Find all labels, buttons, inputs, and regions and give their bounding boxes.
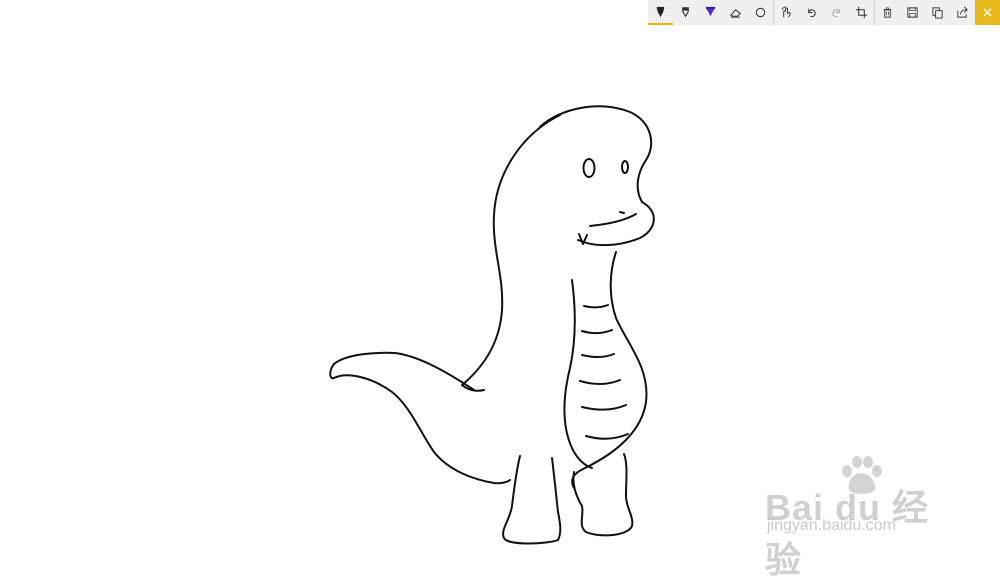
circle-shape-icon [755, 7, 766, 18]
delete-button[interactable] [875, 0, 900, 25]
dino-right-leg [572, 453, 634, 537]
pencil-icon [682, 7, 689, 18]
highlighter-icon [705, 6, 716, 17]
belly-stripe [581, 353, 615, 359]
ink-toolbar [648, 0, 1000, 25]
dino-left-leg [502, 455, 562, 545]
trash-icon [883, 7, 892, 18]
baidu-watermark: Bai du 经验 jingyan.baidu.com [765, 455, 955, 580]
dino-tail-outline [329, 351, 511, 485]
dino-front-outline [571, 251, 648, 489]
watermark-url: jingyan.baidu.com [767, 517, 896, 534]
share-icon [957, 6, 968, 18]
dino-nostril [619, 211, 625, 214]
redo-icon [832, 8, 840, 18]
close-button[interactable] [975, 0, 1000, 25]
share-button[interactable] [950, 0, 975, 25]
save-icon [907, 7, 918, 18]
belly-stripe [583, 304, 609, 309]
dino-mouth-line [589, 213, 637, 227]
copy-icon [932, 7, 943, 19]
redo-button[interactable] [824, 0, 849, 25]
crop-icon [855, 6, 868, 19]
eraser-icon [730, 9, 741, 18]
touch-writing-icon [781, 6, 791, 18]
save-button[interactable] [900, 0, 925, 25]
ballpoint-pen-icon [656, 6, 665, 18]
belly-stripe [581, 404, 627, 411]
dino-left-eye [582, 158, 596, 178]
belly-stripe [579, 379, 621, 385]
drawing-canvas[interactable]: Bai du 经验 jingyan.baidu.com [0, 0, 1000, 580]
dino-tail-curl [461, 384, 485, 392]
belly-stripe [585, 433, 629, 440]
copy-button[interactable] [925, 0, 950, 25]
highlighter-button[interactable] [698, 0, 723, 25]
undo-icon [808, 8, 816, 18]
dino-back-outline [461, 114, 561, 386]
crop-button[interactable] [849, 0, 874, 25]
belly-stripe [581, 329, 613, 335]
close-icon [983, 8, 992, 17]
touch-writing-button[interactable] [774, 0, 799, 25]
eraser-button[interactable] [723, 0, 748, 25]
dino-belly-outline [563, 279, 593, 469]
shape-button[interactable] [748, 0, 773, 25]
dino-right-eye [621, 160, 629, 174]
undo-button[interactable] [799, 0, 824, 25]
ballpoint-pen-button[interactable] [648, 0, 673, 25]
pencil-button[interactable] [673, 0, 698, 25]
